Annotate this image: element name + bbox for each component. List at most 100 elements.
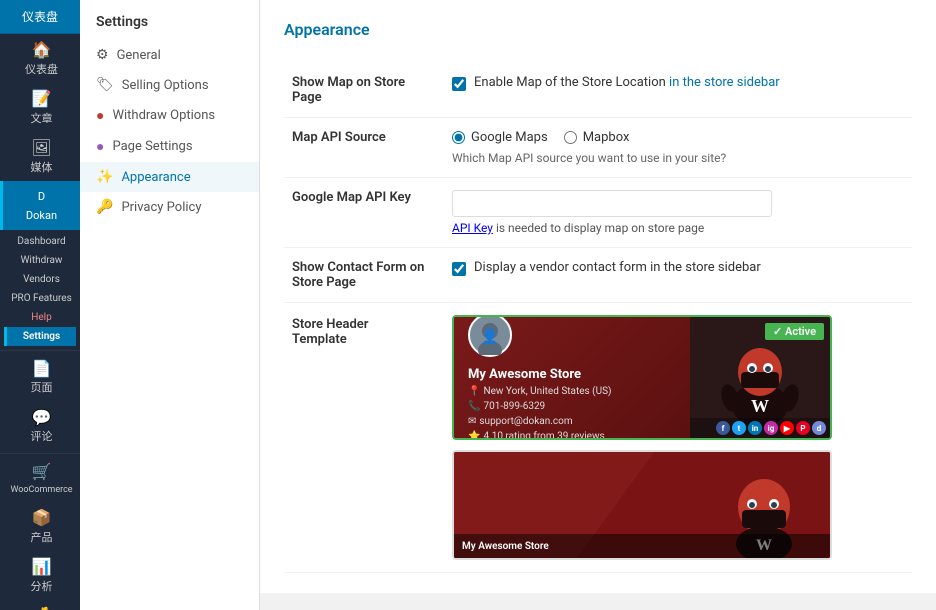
template-2-store-name: My Awesome Store [462, 541, 549, 552]
privacy-nav-icon: 🔑 [96, 199, 113, 215]
nav-item-label: Withdraw Options [112, 108, 215, 123]
api-key-note-suffix: is needed to display map on store page [493, 221, 704, 235]
withdraw-nav-icon: ● [96, 107, 104, 124]
sidebar-item-dashboard[interactable]: 🏠 仪表盘 [0, 34, 80, 83]
left-nav-panel: Settings ⚙ General 🏷 Selling Options ● W… [80, 0, 260, 610]
dokan-icon: D [32, 187, 52, 207]
sidebar-item-sub-dashboard[interactable]: Dashboard [4, 232, 76, 251]
sales-icon: 💰 [32, 606, 52, 610]
products-icon: 📦 [32, 508, 52, 529]
svg-text:W: W [751, 396, 769, 416]
radio-google-maps[interactable] [452, 131, 465, 144]
sidebar-item-woocommerce[interactable]: 🛒 WooCommerce [0, 456, 80, 502]
radio-google-label: Google Maps [471, 130, 548, 145]
row-api-key: Google Map API Key API Key is needed to … [284, 178, 912, 248]
social-discord: d [812, 421, 826, 435]
template-1-store-name: My Awesome Store [468, 367, 676, 382]
nav-item-appearance[interactable]: ✨ Appearance [80, 162, 259, 192]
nav-item-privacy[interactable]: 🔑 Privacy Policy [80, 192, 259, 222]
show-map-checkbox-label: Enable Map of the Store Location in the … [474, 75, 780, 90]
sidebar-item-sub-withdraw[interactable]: Withdraw [4, 251, 76, 270]
sidebar-item-dokan[interactable]: D Dokan [0, 181, 80, 229]
sidebar-sub-items: Dashboard Withdraw Vendors PRO Features … [0, 230, 80, 348]
map-api-radio-row: Google Maps Mapbox [452, 130, 904, 145]
radio-option-google: Google Maps [452, 130, 548, 145]
template-1-rating: ⭐4.10 rating from 39 reviews [468, 431, 676, 440]
left-nav-title: Settings [80, 10, 259, 40]
template-container: Active 👤 [452, 315, 904, 560]
divider-2 [0, 453, 80, 454]
contact-checkbox-row: Display a vendor contact form in the sto… [452, 260, 904, 276]
social-twitter: t [732, 421, 746, 435]
general-nav-icon: ⚙ [96, 47, 109, 63]
contact-form-checkbox[interactable] [452, 262, 466, 276]
nav-item-label: Selling Options [122, 78, 209, 93]
sidebar-item-media[interactable]: 🖼 媒体 [0, 132, 80, 181]
api-key-label: Google Map API Key [292, 190, 411, 205]
radio-mapbox[interactable] [564, 131, 577, 144]
template-1-email: ✉support@dokan.com [468, 416, 676, 427]
nav-item-withdraw[interactable]: ● Withdraw Options [80, 100, 259, 131]
nav-item-label: Appearance [121, 170, 190, 185]
row-show-map: Show Map on Store Page Enable Map of the… [284, 63, 912, 118]
show-map-checkbox[interactable] [452, 77, 466, 91]
show-map-checkbox-row: Enable Map of the Store Location in the … [452, 75, 904, 91]
nav-item-selling[interactable]: 🏷 Selling Options [80, 70, 259, 100]
sidebar-item-articles[interactable]: 📝 文章 [0, 83, 80, 132]
map-api-source-label: Map API Source [292, 130, 386, 145]
nav-item-label: General [117, 48, 161, 63]
sidebar-item-sub-settings[interactable]: Settings [4, 327, 76, 346]
template-1-location: 📍New York, United States (US) [468, 386, 676, 397]
analytics-icon: 📊 [32, 557, 52, 578]
store-header-label: Store HeaderTemplate [292, 317, 368, 347]
comments-icon: 💬 [32, 408, 52, 429]
home-icon: 🏠 [32, 40, 52, 61]
sidebar-item-label: 产品 [31, 531, 53, 545]
row-contact-form: Show Contact Form on Store Page Display … [284, 248, 912, 303]
sidebar-item-label: 分析 [31, 580, 53, 594]
nav-item-label: Page Settings [112, 139, 192, 154]
social-youtube: ▶ [780, 421, 794, 435]
template-1-avatar: 👤 [468, 315, 512, 357]
sidebar-header: 仪表盘 [0, 0, 80, 34]
nav-item-general[interactable]: ⚙ General [80, 40, 259, 70]
sidebar-item-sub-help[interactable]: Help [4, 308, 76, 327]
social-linkedin: in [748, 421, 762, 435]
media-icon: 🖼 [31, 138, 51, 159]
sidebar-item-pages[interactable]: 📄 页面 [0, 353, 80, 402]
api-key-input[interactable] [452, 190, 772, 217]
sidebar-item-label: 仪表盘 [25, 63, 58, 77]
section-title: Appearance [284, 20, 912, 47]
template-1-social-bar: f t in ig ▶ P d [690, 418, 830, 438]
sidebar-item-sales[interactable]: 💰 销售 [0, 600, 80, 610]
sidebar-item-label: 媒体 [31, 161, 53, 175]
pages-icon: 📄 [32, 359, 52, 380]
api-key-link[interactable]: API Key [452, 221, 493, 235]
sidebar-item-analytics[interactable]: 📊 分析 [0, 551, 80, 600]
articles-icon: 📝 [32, 89, 52, 110]
radio-mapbox-label: Mapbox [583, 130, 630, 145]
sidebar-item-products[interactable]: 📦 产品 [0, 502, 80, 551]
nav-item-label: Privacy Policy [121, 200, 201, 215]
template-card-2[interactable]: W My Awesome Store [452, 450, 832, 560]
content-area: Appearance Show Map on Store Page Enable… [260, 0, 936, 593]
page-settings-nav-icon: ● [96, 138, 104, 155]
show-map-label: Show Map on Store Page [292, 75, 405, 105]
sidebar-item-label: Dokan [26, 209, 57, 223]
social-pinterest: P [796, 421, 810, 435]
sidebar-item-sub-pro[interactable]: PRO Features [4, 289, 76, 308]
active-badge: Active [765, 323, 824, 340]
woo-icon: 🛒 [32, 462, 52, 483]
divider-1 [0, 350, 80, 351]
svg-text:👤: 👤 [481, 328, 498, 345]
selling-nav-icon: 🏷 [96, 77, 114, 93]
radio-option-mapbox: Mapbox [564, 130, 630, 145]
template-2-bottom-bar: My Awesome Store [454, 534, 830, 558]
appearance-nav-icon: ✨ [96, 169, 113, 185]
store-sidebar-link[interactable]: in the store sidebar [669, 75, 780, 90]
sidebar-item-sub-vendors[interactable]: Vendors [4, 270, 76, 289]
settings-table: Show Map on Store Page Enable Map of the… [284, 63, 912, 573]
nav-item-page-settings[interactable]: ● Page Settings [80, 131, 259, 162]
template-card-1[interactable]: Active 👤 [452, 315, 832, 440]
sidebar-item-comments[interactable]: 💬 评论 [0, 402, 80, 451]
